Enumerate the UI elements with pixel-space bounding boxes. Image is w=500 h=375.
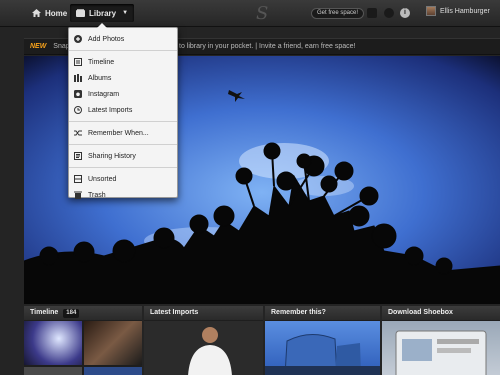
home-label: Home <box>45 8 68 18</box>
latest-imports-panel-title: Latest Imports <box>150 309 199 316</box>
menu-separator <box>69 50 177 51</box>
remember-this-panel-title: Remember this? <box>271 309 326 316</box>
albums-icon <box>74 74 82 82</box>
timeline-thumbnail[interactable] <box>84 321 142 365</box>
instagram-icon <box>74 90 82 98</box>
avatar <box>426 6 436 16</box>
menu-separator <box>69 144 177 145</box>
top-bar: Home Library ▼ S Get free space! i Ellis… <box>0 0 500 27</box>
timeline-thumbnail[interactable] <box>24 367 82 375</box>
menu-item-label: Remember When... <box>88 129 149 137</box>
timeline-icon <box>74 58 82 66</box>
library-label: Library <box>89 8 117 18</box>
menu-item-trash[interactable]: Trash <box>69 187 177 203</box>
menu-item-label: Unsorted <box>88 175 117 183</box>
menu-item-label: Trash <box>88 191 106 199</box>
menu-separator <box>69 167 177 168</box>
menu-item-label: Albums <box>88 74 112 82</box>
menu-item-add-photos[interactable]: Add Photos <box>69 31 177 47</box>
download-shoebox-panel[interactable]: Download Shoebox <box>382 306 500 375</box>
menu-item-label: Timeline <box>88 58 115 66</box>
home-icon <box>32 9 41 17</box>
menu-item-unsorted[interactable]: Unsorted <box>69 171 177 187</box>
history-icon <box>74 152 82 160</box>
notice-text-right[interactable]: to library in your pocket. | Invite a fr… <box>179 39 356 55</box>
latest-import-photo[interactable] <box>144 321 263 375</box>
menu-item-label: Latest Imports <box>88 106 133 114</box>
menu-item-remember-when[interactable]: Remember When... <box>69 125 177 141</box>
inbox-icon[interactable] <box>367 8 377 18</box>
menu-item-label: Sharing History <box>88 152 136 160</box>
download-shoebox-panel-header: Download Shoebox <box>382 306 500 320</box>
trash-icon <box>74 191 82 199</box>
user-menu[interactable]: Ellis Hamburger <box>426 6 490 16</box>
info-icon[interactable]: i <box>400 8 410 18</box>
chevron-down-icon: ▼ <box>122 10 129 16</box>
remember-this-panel[interactable]: Remember this? <box>265 306 380 375</box>
menu-item-sharing-history[interactable]: Sharing History <box>69 148 177 164</box>
clock-icon <box>74 106 82 114</box>
library-icon <box>76 9 85 17</box>
menu-item-timeline[interactable]: Timeline <box>69 54 177 70</box>
timeline-thumbnail[interactable] <box>24 321 82 365</box>
timeline-panel-header: Timeline 184 <box>24 306 142 320</box>
remember-photo[interactable] <box>265 321 380 375</box>
library-dropdown-menu: Add Photos Timeline Albums Instagram Lat… <box>68 23 178 199</box>
timeline-panel-title: Timeline <box>30 309 59 316</box>
app-logo[interactable]: S <box>256 3 268 24</box>
user-name: Ellis Hamburger <box>440 7 490 15</box>
latest-imports-panel[interactable]: Latest Imports <box>144 306 263 375</box>
library-nav-button[interactable]: Library ▼ <box>70 4 135 22</box>
menu-separator <box>69 121 177 122</box>
timeline-thumbnail[interactable] <box>84 367 142 375</box>
latest-imports-panel-header: Latest Imports <box>144 306 263 320</box>
timeline-count-badge: 184 <box>63 308 80 318</box>
menu-item-instagram[interactable]: Instagram <box>69 86 177 102</box>
timeline-panel[interactable]: Timeline 184 <box>24 306 142 375</box>
home-nav-button[interactable]: Home <box>26 4 73 22</box>
menu-item-albums[interactable]: Albums <box>69 70 177 86</box>
add-icon <box>74 35 82 43</box>
download-shoebox-panel-title: Download Shoebox <box>388 309 453 316</box>
get-free-space-button[interactable]: Get free space! <box>311 8 365 19</box>
menu-item-label: Add Photos <box>88 35 125 43</box>
shuffle-icon <box>74 129 82 137</box>
download-app-preview[interactable] <box>382 321 500 375</box>
menu-item-latest-imports[interactable]: Latest Imports <box>69 102 177 118</box>
unsorted-icon <box>74 175 82 183</box>
camera-icon[interactable] <box>384 8 394 18</box>
new-badge: NEW <box>30 43 47 50</box>
menu-item-label: Instagram <box>88 90 120 98</box>
remember-this-panel-header: Remember this? <box>265 306 380 320</box>
